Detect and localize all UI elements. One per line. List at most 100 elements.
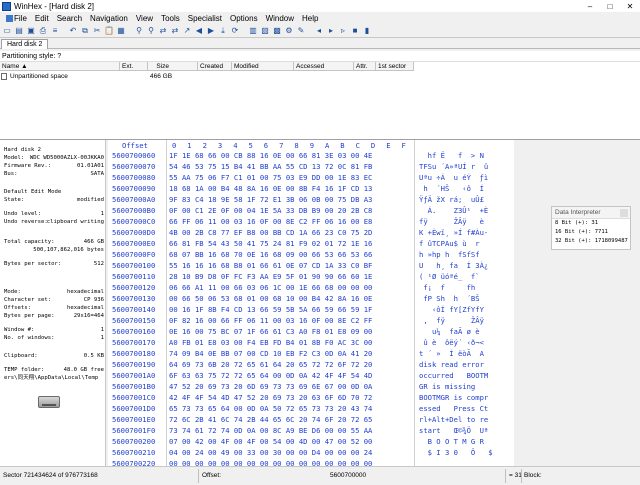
hex-row-text[interactable]: Á. Z3Û¹ +È xyxy=(419,205,511,216)
goto-offset-icon[interactable]: ⤓ xyxy=(218,26,228,36)
hex-row-text[interactable]: ‚ fÿ ŽÂÿ xyxy=(419,315,511,326)
hex-row-bytes[interactable]: 9F 83 C4 18 9E 58 1F 72 E1 3B 06 0B 00 7… xyxy=(169,194,372,205)
hex-row-text[interactable]: fP Sh h ´BŠ xyxy=(419,293,511,304)
hex-row[interactable]: 56007001D0 65 73 73 65 64 00 0D 0A 50 72 … xyxy=(108,403,514,414)
hex-row[interactable]: 5600700130 00 66 50 06 53 68 01 00 68 10 … xyxy=(108,293,514,304)
menu-options[interactable]: Options xyxy=(226,14,262,23)
hex-row-bytes[interactable]: 18 68 1A 00 B4 48 8A 16 0E 00 8B F4 16 1… xyxy=(169,183,372,194)
new-icon[interactable]: ▭ xyxy=(2,26,12,36)
hex-row-bytes[interactable]: 6F 63 63 75 72 72 65 64 00 0D 0A 42 4F 4… xyxy=(169,370,372,381)
hex-row[interactable]: 56007000C0 66 FF 06 11 00 03 16 0F 00 8E … xyxy=(108,216,514,227)
close-icon[interactable] xyxy=(620,209,628,217)
hex-row-bytes[interactable]: 68 07 BB 16 68 70 0E 16 68 09 00 66 53 6… xyxy=(169,249,372,260)
hex-row[interactable]: 56007000E0 66 81 FB 54 43 50 41 75 24 81 … xyxy=(108,238,514,249)
minimize-button[interactable]: – xyxy=(580,2,600,11)
hex-row-text[interactable]: GR is missing xyxy=(419,381,511,392)
hex-row[interactable]: 5600700200 07 00 42 00 4F 00 4F 00 54 00 … xyxy=(108,436,514,447)
next-icon[interactable]: ▹ xyxy=(338,26,348,36)
hex-row-text[interactable]: u¼ faÃ ø è xyxy=(419,326,511,337)
hex-row-text[interactable]: $ I 3 0 Ô $ xyxy=(419,447,511,458)
hex-row[interactable]: 56007001E0 72 6C 2B 41 6C 74 2B 44 65 6C … xyxy=(108,414,514,425)
prev-icon[interactable]: ◂ xyxy=(314,26,324,36)
hex-row-bytes[interactable]: 04 00 24 00 49 00 33 00 30 00 00 D4 00 0… xyxy=(169,447,372,458)
hex-row-bytes[interactable]: 00 66 50 06 53 68 01 00 68 10 00 B4 42 8… xyxy=(169,293,372,304)
script-icon[interactable]: ✎ xyxy=(296,26,306,36)
column-header-attr[interactable]: Attr. xyxy=(354,62,376,71)
column-header-name[interactable]: Name ▲ xyxy=(0,62,120,71)
close-button[interactable]: ✕ xyxy=(620,2,640,11)
hex-row-bytes[interactable]: 55 AA 75 06 F7 C1 01 00 75 03 E9 DD 00 1… xyxy=(169,172,372,183)
hex-row-text[interactable]: ŸƒÄ žX rá; uÛ£ xyxy=(419,194,511,205)
hex-row-text[interactable]: start Œ©¾Ö Uª xyxy=(419,425,511,436)
hex-row[interactable]: 5600700070 54 46 53 75 15 B4 41 BB AA 55 … xyxy=(108,161,514,172)
hex-row-bytes[interactable]: 66 81 FB 54 43 50 41 75 24 81 F9 02 01 7… xyxy=(169,238,372,249)
hex-row[interactable]: 5600700110 28 10 B9 D8 0F FC F3 AA E9 5F … xyxy=(108,271,514,282)
hex-row[interactable]: 56007000A0 9F 83 C4 18 9E 58 1F 72 E1 3B … xyxy=(108,194,514,205)
hex-row[interactable]: 5600700100 55 16 16 16 68 B8 01 66 61 0E … xyxy=(108,260,514,271)
hex-row-text[interactable]: B O O T M G R xyxy=(419,436,511,447)
hex-row[interactable]: 5600700060 1F 1E 68 66 00 CB 88 16 0E 00 … xyxy=(108,150,514,161)
tab-hard-disk-2[interactable]: Hard disk 2 xyxy=(1,39,49,49)
hex-row-text[interactable]: hf Ë f > N xyxy=(419,150,511,161)
hex-row[interactable]: 5600700160 0E 16 00 75 BC 07 1F 66 61 C3 … xyxy=(108,326,514,337)
hex-row[interactable]: 5600700150 0F 82 16 00 66 FF 06 11 00 03 … xyxy=(108,315,514,326)
hex-row-text[interactable]: K +Èwï¸ »Í f#Àu- xyxy=(419,227,511,238)
hex-row[interactable]: 56007000B0 0F 00 C1 2E 0F 00 04 1E 5A 33 … xyxy=(108,205,514,216)
copy-icon[interactable]: ⧉ xyxy=(80,26,90,36)
hex-row[interactable]: 5600700140 00 16 1F 8B F4 CD 13 66 59 5B … xyxy=(108,304,514,315)
hex-row-text[interactable]: Uªu ÷Á u éÝ ƒì xyxy=(419,172,511,183)
hex-row-bytes[interactable]: 73 74 61 72 74 0D 0A 00 8C A9 BE D6 00 0… xyxy=(169,425,372,436)
hex-row-text[interactable]: disk read error xyxy=(419,359,511,370)
hex-row-text[interactable]: fÿ ŽÂÿ è xyxy=(419,216,511,227)
hex-row-bytes[interactable]: 28 10 B9 D8 0F FC F3 AA E9 5F 01 90 90 6… xyxy=(169,271,372,282)
data-interpreter-window[interactable]: Data Interpreter 8 Bit (+): 31 16 Bit (+… xyxy=(551,206,631,250)
hex-row-bytes[interactable]: 07 00 42 00 4F 00 4F 00 54 00 4D 00 47 0… xyxy=(169,436,372,447)
hex-row-text[interactable]: BOOTMGR is compr xyxy=(419,392,511,403)
print-icon[interactable]: ⎙ xyxy=(38,26,48,36)
hex-row[interactable]: 5600700170 A0 FB 01 E8 03 00 F4 EB FD B4 … xyxy=(108,337,514,348)
undo-icon[interactable]: ↶ xyxy=(68,26,78,36)
replace-icon[interactable]: ⇄ xyxy=(158,26,168,36)
column-header-size[interactable]: Size xyxy=(148,62,198,71)
column-header-ext[interactable]: Ext. xyxy=(120,62,148,71)
hex-row-bytes[interactable]: 42 4F 4F 54 4D 47 52 20 69 73 20 63 6F 6… xyxy=(169,392,372,403)
search-next-icon[interactable]: ⟳ xyxy=(230,26,240,36)
hex-row[interactable]: 5600700180 74 09 B4 0E BB 07 00 CD 10 EB … xyxy=(108,348,514,359)
column-header-created[interactable]: Created xyxy=(198,62,232,71)
left-arrow-icon[interactable]: ◀ xyxy=(194,26,204,36)
menu-search[interactable]: Search xyxy=(53,14,86,23)
hex-row-text[interactable]: h »hp h fSfSf xyxy=(419,249,511,260)
help-book-icon[interactable]: ▮ xyxy=(362,26,372,36)
menu-tools[interactable]: Tools xyxy=(157,14,184,23)
hex-row-text[interactable]: f¡ f fh xyxy=(419,282,511,293)
hex-row[interactable]: 56007000D0 4B 00 2B C8 77 EF B8 00 BB CD … xyxy=(108,227,514,238)
goto-icon[interactable]: ↗ xyxy=(182,26,192,36)
hex-row[interactable]: 56007001A0 6F 63 63 75 72 72 65 64 00 0D … xyxy=(108,370,514,381)
paste-icon[interactable]: 📋 xyxy=(104,26,114,36)
hex-row-bytes[interactable]: 06 66 A1 11 00 66 03 06 1C 00 1E 66 68 0… xyxy=(169,282,372,293)
ram-icon[interactable]: ▧ xyxy=(260,26,270,36)
menu-view[interactable]: View xyxy=(132,14,157,23)
menu-help[interactable]: Help xyxy=(298,14,322,23)
hex-row[interactable]: 5600700190 64 69 73 6B 20 72 65 61 64 20 … xyxy=(108,359,514,370)
hex-row-bytes[interactable]: 72 6C 2B 41 6C 74 2B 44 65 6C 20 74 6F 2… xyxy=(169,414,372,425)
binoculars-icon[interactable]: ⚲ xyxy=(134,26,144,36)
maximize-button[interactable]: □ xyxy=(600,2,620,11)
column-header-modified[interactable]: Modified xyxy=(232,62,294,71)
stop-icon[interactable]: ■ xyxy=(350,26,360,36)
save-icon[interactable]: ▣ xyxy=(26,26,36,36)
hex-row[interactable]: 5600700080 55 AA 75 06 F7 C1 01 00 75 03 … xyxy=(108,172,514,183)
disk-icon[interactable]: ▥ xyxy=(248,26,258,36)
hex-row-text[interactable]: ( ¹Ø üóªé_ f` xyxy=(419,271,511,282)
hex-row-bytes[interactable]: 54 46 53 75 15 B4 41 BB AA 55 CD 13 72 0… xyxy=(169,161,372,172)
hex-row-text[interactable]: essed Press Ct xyxy=(419,403,511,414)
hex-row-bytes[interactable]: A0 FB 01 E8 03 00 F4 EB FD B4 01 8B F0 A… xyxy=(169,337,372,348)
hex-row-bytes[interactable]: 1F 1E 68 66 00 CB 88 16 0E 00 66 81 3E 0… xyxy=(169,150,372,161)
hex-row-bytes[interactable]: 00 16 1F 8B F4 CD 13 66 59 5B 5A 66 59 6… xyxy=(169,304,372,315)
right-arrow-icon[interactable]: ▶ xyxy=(206,26,216,36)
paste-special-icon[interactable]: ▦ xyxy=(116,26,126,36)
hex-row-bytes[interactable]: 74 09 B4 0E BB 07 00 CD 10 EB F2 C3 0D 0… xyxy=(169,348,372,359)
hex-row[interactable]: 56007001B0 47 52 20 69 73 20 6D 69 73 73 … xyxy=(108,381,514,392)
hex-row[interactable]: 56007000F0 68 07 BB 16 68 70 0E 16 68 09 … xyxy=(108,249,514,260)
column-header-accessed[interactable]: Accessed xyxy=(294,62,354,71)
